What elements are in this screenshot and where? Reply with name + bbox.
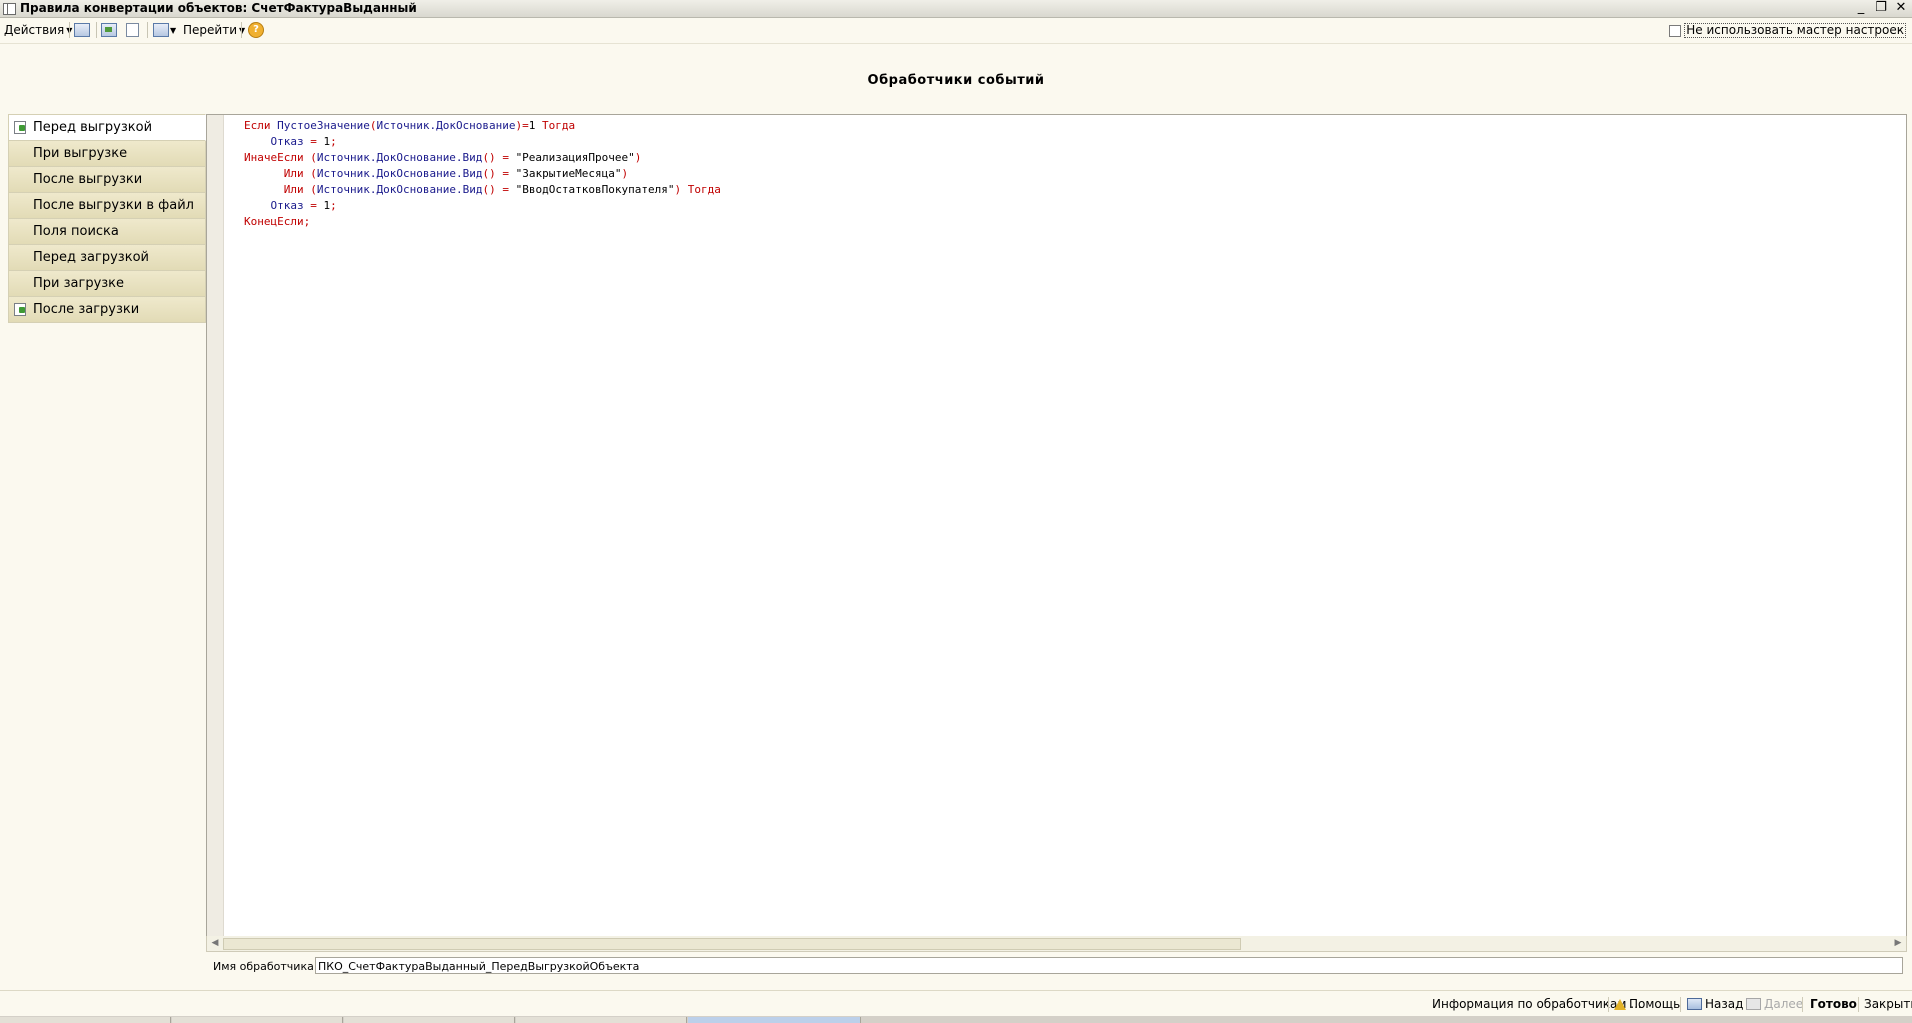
handlers-info-link[interactable]: Информация по обработчикам ... <box>1432 997 1642 1011</box>
editor-gutter <box>207 115 224 937</box>
done-button[interactable]: Готово <box>1810 997 1857 1011</box>
next-button[interactable]: Далее <box>1746 997 1803 1011</box>
restore-button[interactable]: ❐ <box>1874 0 1888 16</box>
toolbar-separator <box>96 22 97 38</box>
event-tabs: Перед выгрузкой При выгрузке После выгру… <box>8 114 206 323</box>
next-icon <box>1746 998 1761 1010</box>
import-dropdown[interactable]: ▼ <box>168 22 176 39</box>
tab-after-import[interactable]: После загрузки <box>8 297 206 323</box>
handler-name-label: Имя обработчика: <box>213 960 318 973</box>
bottom-separator <box>1858 997 1859 1012</box>
bottom-bar: Информация по обработчикам ... Помощь На… <box>0 990 1912 1014</box>
window-taskbar-strip <box>0 1016 1912 1023</box>
tab-before-import[interactable]: Перед загрузкой <box>8 245 206 271</box>
code-line: Или (Источник.ДокОснование.Вид() = "Ввод… <box>283 183 721 196</box>
code-line: Если ПустоеЗначение(Источник.ДокОсновани… <box>244 119 576 132</box>
code-line: ИначеЕсли (Источник.ДокОснование.Вид() =… <box>244 151 642 164</box>
tab-after-export-to-file[interactable]: После выгрузки в файл <box>8 193 206 219</box>
image-button[interactable] <box>101 22 117 38</box>
goto-menu-label: Перейти <box>183 23 237 37</box>
tab-on-export[interactable]: При выгрузке <box>8 141 206 167</box>
taskbar-tab[interactable] <box>172 1017 343 1023</box>
window-app-icon <box>3 3 16 15</box>
tab-before-export[interactable]: Перед выгрузкой <box>8 114 206 141</box>
toolbar-separator <box>147 22 148 38</box>
back-button-label: Назад <box>1705 997 1744 1011</box>
scroll-left-icon[interactable]: ◀ <box>208 937 222 950</box>
document-icon <box>126 23 139 37</box>
goto-menu[interactable]: Перейти ▼ <box>183 22 245 39</box>
tab-after-export[interactable]: После выгрузки <box>8 167 206 193</box>
handler-defined-icon <box>14 121 26 134</box>
toolbar-separator <box>69 22 70 38</box>
help-link[interactable]: Помощь <box>1614 997 1680 1011</box>
help-icon: ? <box>248 22 264 38</box>
next-button-label: Далее <box>1764 997 1804 1011</box>
handler-name-field[interactable]: ПКО_СчетФактураВыданный_ПередВыгрузкойОб… <box>315 957 1903 974</box>
tab-label: Перед выгрузкой <box>33 120 153 135</box>
copy-button[interactable] <box>126 22 142 38</box>
window-titlebar: Правила конвертации объектов: СчетФактур… <box>0 0 1912 18</box>
tab-label: Перед загрузкой <box>33 250 149 265</box>
warning-icon <box>1614 999 1626 1010</box>
actions-menu-label: Действия <box>4 23 65 37</box>
tab-label: Поля поиска <box>33 224 119 239</box>
horizontal-scrollbar[interactable]: ◀ ▶ <box>206 936 1907 952</box>
code-line: Или (Источник.ДокОснование.Вид() = "Закр… <box>283 167 629 180</box>
back-icon <box>1687 998 1702 1010</box>
wizard-checkbox-row[interactable]: Не использовать мастер настроек <box>1669 23 1906 38</box>
code-line: Отказ = 1; <box>270 135 337 148</box>
code-line: Отказ = 1; <box>270 199 337 212</box>
wizard-checkbox[interactable] <box>1669 24 1682 37</box>
toolbar: Действия▼ ▼ Перейти▼ ? Не использовать м… <box>0 18 1912 44</box>
export-icon <box>74 23 90 37</box>
scroll-right-icon[interactable]: ▶ <box>1891 937 1905 950</box>
bottom-separator <box>1802 997 1803 1012</box>
import-icon <box>153 23 169 37</box>
tab-label: После выгрузки <box>33 172 143 187</box>
handler-defined-icon <box>14 303 26 316</box>
scrollbar-thumb[interactable] <box>223 938 1241 950</box>
actions-menu[interactable]: Действия▼ <box>4 22 72 39</box>
window-title: Правила конвертации объектов: СчетФактур… <box>20 1 417 15</box>
import-button[interactable] <box>153 22 169 38</box>
taskbar-tab-active[interactable] <box>688 1017 861 1023</box>
taskbar-tab[interactable] <box>344 1017 515 1023</box>
code-editor[interactable]: Если ПустоеЗначение(Источник.ДокОсновани… <box>206 114 1907 938</box>
tab-search-fields[interactable]: Поля поиска <box>8 219 206 245</box>
chevron-down-icon: ▼ <box>239 26 246 35</box>
close-button[interactable]: Закрыть <box>1864 997 1912 1011</box>
chevron-down-icon: ▼ <box>170 26 177 35</box>
taskbar-tab[interactable] <box>0 1017 171 1023</box>
code-line: КонецЕсли; <box>244 215 311 228</box>
help-button[interactable]: ? <box>248 22 264 38</box>
page-title: Обработчики событий <box>867 73 1045 88</box>
code-text[interactable]: Если ПустоеЗначение(Источник.ДокОсновани… <box>244 118 721 230</box>
tab-label: После выгрузки в файл <box>33 198 194 213</box>
export-button[interactable] <box>74 22 90 38</box>
bottom-separator <box>1680 997 1681 1012</box>
window-controls: _ ❐ ✕ <box>1854 0 1908 16</box>
tab-label: После загрузки <box>33 302 140 317</box>
taskbar-tab[interactable] <box>516 1017 687 1023</box>
toolbar-separator <box>241 22 242 38</box>
close-window-button[interactable]: ✕ <box>1894 0 1908 16</box>
wizard-checkbox-label[interactable]: Не использовать мастер настроек <box>1684 23 1906 38</box>
image-icon <box>101 23 117 37</box>
tab-on-import[interactable]: При загрузке <box>8 271 206 297</box>
bottom-separator <box>1608 997 1609 1012</box>
tab-label: При загрузке <box>33 276 125 291</box>
help-link-label: Помощь <box>1629 997 1681 1011</box>
minimize-button[interactable]: _ <box>1854 0 1868 16</box>
back-button[interactable]: Назад <box>1687 997 1743 1011</box>
tab-label: При выгрузке <box>33 146 128 161</box>
